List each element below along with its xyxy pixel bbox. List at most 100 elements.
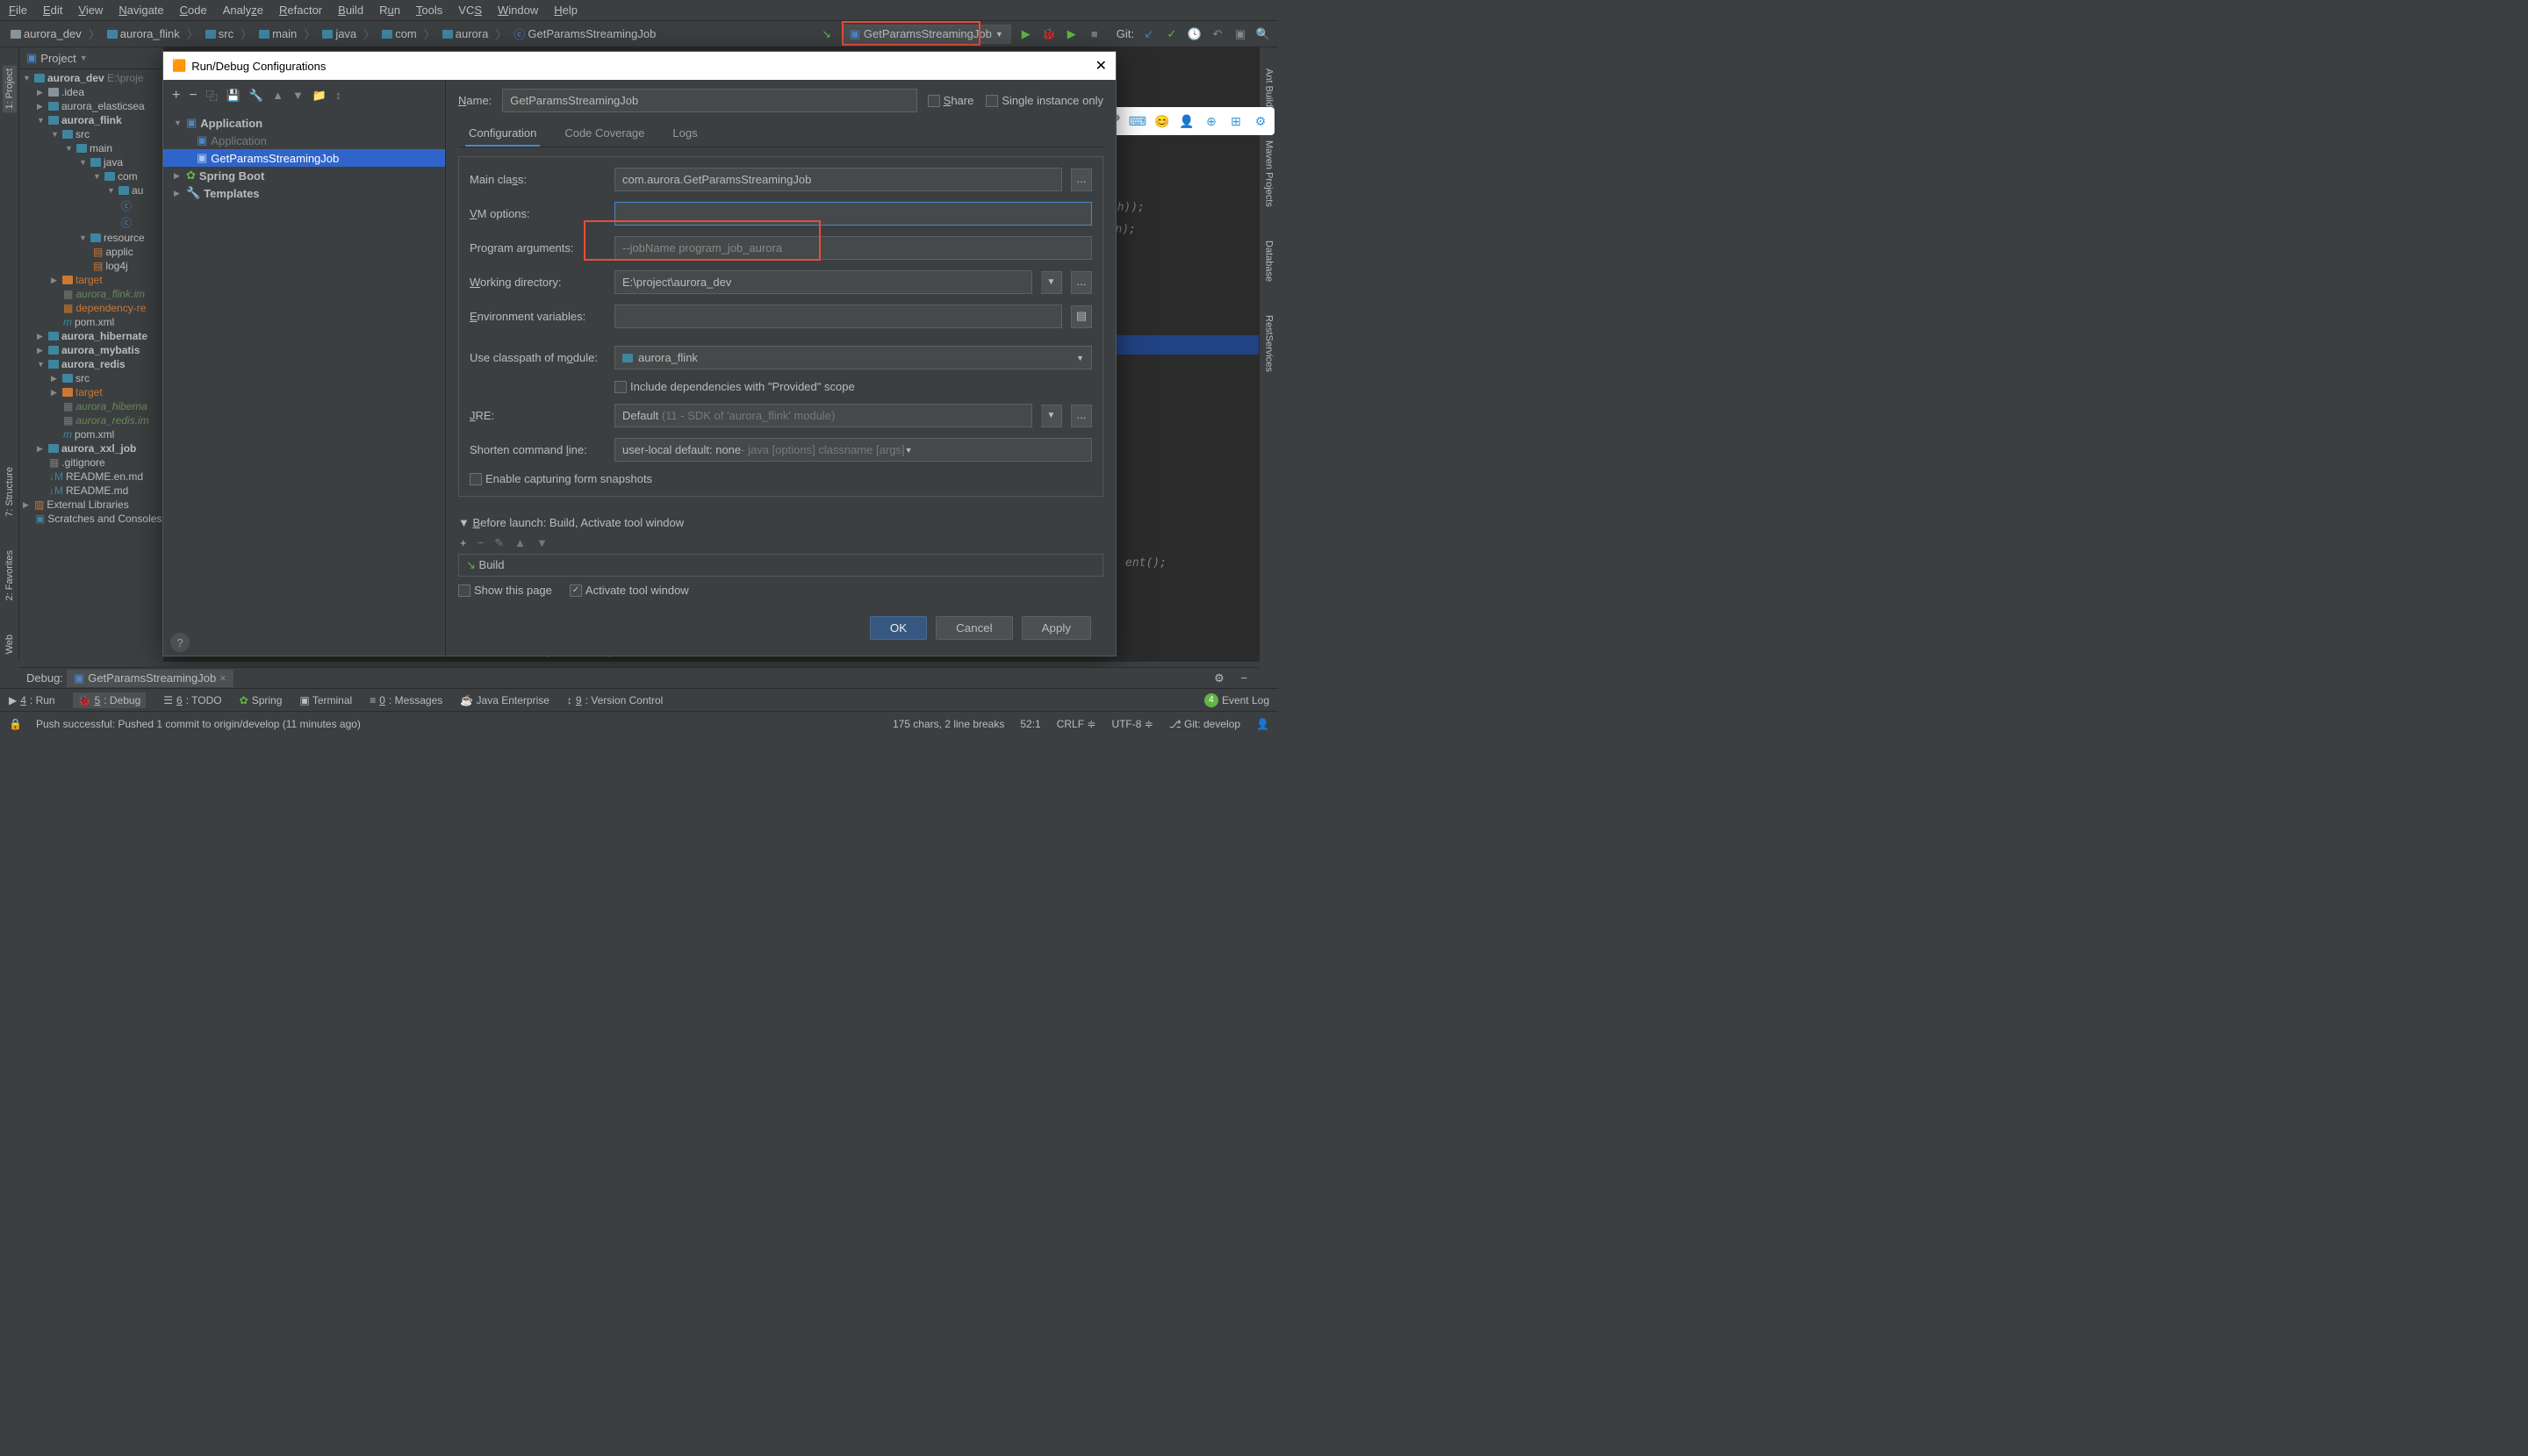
before-launch-list[interactable]: ↘ Build <box>458 554 1103 577</box>
up-icon[interactable]: ▲ <box>272 89 284 102</box>
menu-refactor[interactable]: Refactor <box>279 4 322 17</box>
search-icon[interactable]: 🔍 <box>1255 26 1271 42</box>
tw-spring[interactable]: ✿ Spring <box>240 694 283 706</box>
browse-jre[interactable]: ... <box>1071 405 1092 427</box>
program-args-input[interactable] <box>614 236 1092 260</box>
tab-restservices[interactable]: RestServices <box>1262 312 1276 376</box>
save-icon[interactable]: 💾 <box>226 89 241 103</box>
tw-eventlog[interactable]: 4 Event Log <box>1204 693 1269 707</box>
dialog-titlebar[interactable]: 🟧 Run/Debug Configurations ✕ <box>163 52 1116 80</box>
provided-checkbox[interactable]: Include dependencies with "Provided" sco… <box>614 380 855 393</box>
project-header[interactable]: ▣ Project ▼ <box>19 47 163 69</box>
jre-dropdown[interactable]: ▼ <box>1041 405 1062 427</box>
down-icon[interactable]: ▼ <box>292 89 304 102</box>
wrench-icon[interactable]: 🔧 <box>249 89 263 103</box>
shorten-select[interactable]: user-local default: none - java [options… <box>614 438 1092 462</box>
tw-debug[interactable]: 🐞 5: Debug <box>73 692 147 708</box>
menu-vcs[interactable]: VCS <box>458 4 482 17</box>
tab-project[interactable]: 1: Project <box>3 65 17 112</box>
browse-env[interactable]: ▤ <box>1071 305 1092 328</box>
tw-javaee[interactable]: ☕ Java Enterprise <box>460 694 549 706</box>
menu-help[interactable]: Help <box>554 4 578 17</box>
tw-vcs[interactable]: ↕ 9: Version Control <box>567 694 663 706</box>
ok-button[interactable]: OK <box>870 616 927 640</box>
project-tree[interactable]: ▼aurora_dev E:\proje ▶.idea ▶aurora_elas… <box>19 69 163 527</box>
config-tree[interactable]: ▼▣Application ▣Application ▣GetParamsStr… <box>163 111 445 626</box>
breadcrumb[interactable]: aurora_dev〉 aurora_flink〉 src〉 main〉 jav… <box>7 24 819 44</box>
edit-task-icon[interactable]: ✎ <box>494 536 504 550</box>
menu-build[interactable]: Build <box>338 4 363 17</box>
apply-button[interactable]: Apply <box>1022 616 1091 640</box>
menu-code[interactable]: Code <box>180 4 207 17</box>
keyboard-icon[interactable]: ⌨ <box>1127 111 1148 132</box>
git-update-icon[interactable]: ↙ <box>1141 26 1157 42</box>
workdir-dropdown[interactable]: ▼ <box>1041 271 1062 294</box>
tab-database[interactable]: Database <box>1262 237 1276 285</box>
config-tabs[interactable]: Configuration Code Coverage Logs <box>458 121 1103 147</box>
tab-code-coverage[interactable]: Code Coverage <box>561 121 648 147</box>
menu-tools[interactable]: Tools <box>416 4 442 17</box>
remove-icon[interactable]: − <box>189 88 197 104</box>
tab-logs[interactable]: Logs <box>669 121 700 147</box>
status-git-branch[interactable]: ⎇ Git: develop <box>1169 718 1240 730</box>
tw-terminal[interactable]: ▣ Terminal <box>299 694 352 706</box>
status-encoding[interactable]: UTF-8 ≑ <box>1111 718 1153 730</box>
browse-main-class[interactable]: ... <box>1071 169 1092 191</box>
workdir-input[interactable] <box>614 270 1032 294</box>
git-revert-icon[interactable]: ↶ <box>1210 26 1225 42</box>
tw-todo[interactable]: ☰ 6: TODO <box>163 694 221 706</box>
menu-run[interactable]: Run <box>379 4 400 17</box>
run-config-selector[interactable]: ▣ GetParamsStreamingJob ▼ <box>842 25 1011 44</box>
status-position[interactable]: 52:1 <box>1020 718 1040 730</box>
coverage-icon[interactable]: ▶ <box>1064 26 1080 42</box>
tab-structure[interactable]: 7: Structure <box>3 463 17 520</box>
git-history-icon[interactable]: 🕓 <box>1187 26 1203 42</box>
tw-run[interactable]: ▶ 4: Run <box>9 694 55 706</box>
remove-task-icon[interactable]: − <box>478 536 485 550</box>
add-icon[interactable]: + <box>172 88 180 104</box>
tab-favorites[interactable]: 2: Favorites <box>3 547 17 604</box>
share-checkbox[interactable]: Share <box>928 94 974 107</box>
menu-file[interactable]: File <box>9 4 27 17</box>
ide-settings-icon[interactable]: ▣ <box>1232 26 1248 42</box>
debug-tab[interactable]: ▣ GetParamsStreamingJob × <box>67 670 233 687</box>
classpath-select[interactable]: aurora_flink ▼ <box>614 346 1092 369</box>
browse-workdir[interactable]: ... <box>1071 271 1092 294</box>
git-commit-icon[interactable]: ✓ <box>1164 26 1180 42</box>
cancel-button[interactable]: Cancel <box>936 616 1013 640</box>
add-task-icon[interactable]: + <box>460 536 467 550</box>
close-tab-icon[interactable]: × <box>219 671 226 685</box>
jre-select[interactable]: Default (11 - SDK of 'aurora_flink' modu… <box>614 404 1032 427</box>
help-icon[interactable]: ? <box>170 633 190 652</box>
menu-edit[interactable]: Edit <box>43 4 62 17</box>
minimize-icon[interactable]: − <box>1236 671 1252 686</box>
status-lock-icon[interactable]: 🔒 <box>9 718 22 730</box>
tab-configuration[interactable]: Configuration <box>465 121 540 147</box>
gear-icon[interactable]: ⚙ <box>1211 671 1227 686</box>
single-instance-checkbox[interactable]: Single instance only <box>986 94 1103 107</box>
tab-ant[interactable]: Ant Build <box>1262 65 1276 111</box>
main-menu[interactable]: File Edit View Navigate Code Analyze Ref… <box>0 0 1278 21</box>
main-class-input[interactable] <box>614 168 1062 191</box>
tab-web[interactable]: Web <box>3 631 17 657</box>
menu-analyze[interactable]: Analyze <box>223 4 263 17</box>
env-input[interactable] <box>614 305 1062 328</box>
breadcrumb-file[interactable]: ⓒGetParamsStreamingJob <box>510 24 659 44</box>
menu-view[interactable]: View <box>78 4 103 17</box>
gear-icon[interactable]: ⚙ <box>1250 111 1271 132</box>
menu-navigate[interactable]: Navigate <box>118 4 163 17</box>
up-task-icon[interactable]: ▲ <box>514 536 526 550</box>
activate-tool-checkbox[interactable]: ✓Activate tool window <box>570 584 689 597</box>
menu-window[interactable]: Window <box>498 4 538 17</box>
snapshot-checkbox[interactable]: Enable capturing form snapshots <box>470 472 652 485</box>
debug-icon[interactable]: 🐞 <box>1041 26 1057 42</box>
status-inspect-icon[interactable]: 👤 <box>1256 718 1269 730</box>
sort-icon[interactable]: ↕ <box>335 89 341 102</box>
build-icon[interactable]: ↘ <box>819 26 835 42</box>
vm-options-input[interactable] <box>614 202 1092 226</box>
stop-icon[interactable]: ■ <box>1087 26 1102 42</box>
status-line-sep[interactable]: CRLF ≑ <box>1057 718 1096 730</box>
show-page-checkbox[interactable]: Show this page <box>458 584 552 597</box>
down-task-icon[interactable]: ▼ <box>536 536 548 550</box>
run-icon[interactable]: ▶ <box>1018 26 1034 42</box>
